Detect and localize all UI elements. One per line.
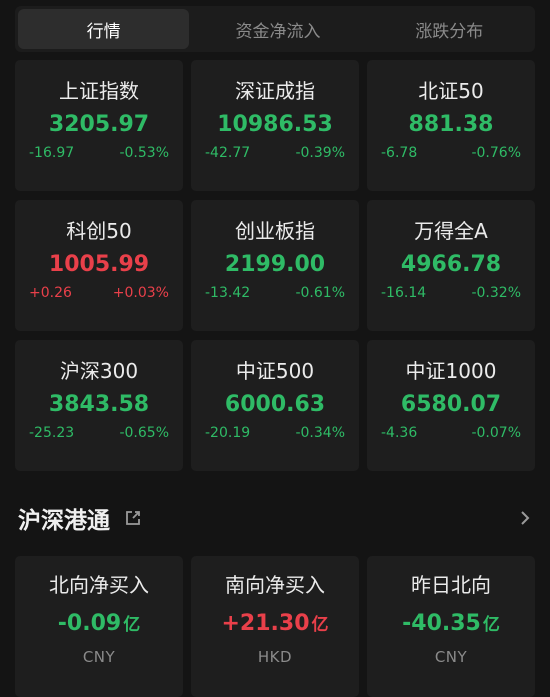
index-change-pct: -0.07% [471, 425, 521, 441]
index-change: -16.97 [29, 145, 75, 161]
flow-card-northbound[interactable]: 北向净买入 -0.09 亿 CNY [15, 556, 183, 697]
index-name: 北证50 [418, 79, 484, 103]
index-change-pct: -0.34% [295, 425, 345, 441]
index-change: -42.77 [205, 145, 251, 161]
index-grid: 上证指数 3205.97 -16.97 -0.53% 深证成指 10986.53… [15, 60, 535, 471]
index-change-pct: -0.32% [471, 285, 521, 301]
index-change: -20.19 [205, 425, 251, 441]
index-value: 3205.97 [48, 112, 150, 137]
index-value: 2199.00 [224, 252, 326, 277]
flow-amount-value: -0.09 [57, 611, 122, 636]
index-changes: -6.78 -0.76% [381, 145, 521, 161]
index-changes: +0.26 +0.03% [29, 285, 169, 301]
index-card-bse50[interactable]: 北证50 881.38 -6.78 -0.76% [367, 60, 535, 191]
index-change-pct: -0.65% [119, 425, 169, 441]
flow-name: 南向净买入 [225, 573, 325, 597]
index-name: 科创50 [66, 219, 132, 243]
index-value: 881.38 [408, 112, 494, 137]
index-name: 沪深300 [59, 359, 139, 383]
index-change: -13.42 [205, 285, 251, 301]
index-change: -16.14 [381, 285, 427, 301]
flow-currency: CNY [434, 648, 468, 666]
flow-currency: HKD [257, 648, 293, 666]
index-value: 4966.78 [400, 252, 502, 277]
index-value: 10986.53 [217, 112, 333, 137]
flow-name: 北向净买入 [49, 573, 149, 597]
index-value: 1005.99 [48, 252, 150, 277]
index-change: +0.26 [29, 285, 72, 301]
index-change-pct: -0.61% [295, 285, 345, 301]
index-value: 3843.58 [48, 392, 150, 417]
index-changes: -16.14 -0.32% [381, 285, 521, 301]
market-tab-bar: 行情 资金净流入 涨跌分布 [15, 6, 535, 52]
flow-amount-unit: 亿 [311, 615, 329, 635]
index-change: -4.36 [381, 425, 418, 441]
flow-amount-value: -40.35 [402, 611, 481, 636]
index-change-pct: -0.39% [295, 145, 345, 161]
index-value: 6580.07 [400, 392, 502, 417]
index-change-pct: +0.03% [112, 285, 169, 301]
flow-amount-unit: 亿 [482, 615, 500, 635]
index-changes: -13.42 -0.61% [205, 285, 345, 301]
chevron-right-icon[interactable] [518, 509, 532, 527]
index-name: 深证成指 [235, 79, 315, 103]
index-changes: -42.77 -0.39% [205, 145, 345, 161]
index-changes: -20.19 -0.34% [205, 425, 345, 441]
index-change-pct: -0.76% [471, 145, 521, 161]
index-card-szse[interactable]: 深证成指 10986.53 -42.77 -0.39% [191, 60, 359, 191]
tab-distribution[interactable]: 涨跌分布 [364, 6, 535, 52]
flow-amount: +21.30 亿 [221, 608, 328, 640]
index-changes: -25.23 -0.65% [29, 425, 169, 441]
index-card-wind-a[interactable]: 万得全A 4966.78 -16.14 -0.32% [367, 200, 535, 331]
tab-market[interactable]: 行情 [18, 9, 190, 49]
index-card-csi500[interactable]: 中证500 6000.63 -20.19 -0.34% [191, 340, 359, 471]
stock-connect-header[interactable]: 沪深港通 [18, 498, 532, 538]
index-value: 6000.63 [224, 392, 326, 417]
flow-name: 昨日北向 [411, 573, 491, 597]
index-card-csi1000[interactable]: 中证1000 6580.07 -4.36 -0.07% [367, 340, 535, 471]
index-card-csi300[interactable]: 沪深300 3843.58 -25.23 -0.65% [15, 340, 183, 471]
index-name: 创业板指 [235, 219, 315, 243]
index-card-chinext[interactable]: 创业板指 2199.00 -13.42 -0.61% [191, 200, 359, 331]
flow-amount-unit: 亿 [123, 615, 141, 635]
section-title: 沪深港通 [18, 508, 110, 534]
index-change: -6.78 [381, 145, 418, 161]
stock-connect-flows: 北向净买入 -0.09 亿 CNY 南向净买入 +21.30 亿 HKD 昨日北向 … [15, 556, 535, 697]
flow-amount: -40.35 亿 [402, 608, 500, 640]
index-change-pct: -0.53% [119, 145, 169, 161]
external-link-icon[interactable] [124, 509, 142, 527]
index-changes: -4.36 -0.07% [381, 425, 521, 441]
flow-currency: CNY [82, 648, 116, 666]
flow-card-yesterday-northbound[interactable]: 昨日北向 -40.35 亿 CNY [367, 556, 535, 697]
flow-amount-value: +21.30 [221, 611, 310, 636]
index-name: 中证500 [235, 359, 315, 383]
index-name: 万得全A [414, 219, 488, 243]
index-name: 上证指数 [59, 79, 139, 103]
index-card-sse[interactable]: 上证指数 3205.97 -16.97 -0.53% [15, 60, 183, 191]
index-change: -25.23 [29, 425, 75, 441]
index-name: 中证1000 [405, 359, 497, 383]
tab-net-inflow[interactable]: 资金净流入 [192, 6, 363, 52]
flow-amount: -0.09 亿 [58, 608, 140, 640]
flow-card-southbound[interactable]: 南向净买入 +21.30 亿 HKD [191, 556, 359, 697]
index-card-star50[interactable]: 科创50 1005.99 +0.26 +0.03% [15, 200, 183, 331]
index-changes: -16.97 -0.53% [29, 145, 169, 161]
